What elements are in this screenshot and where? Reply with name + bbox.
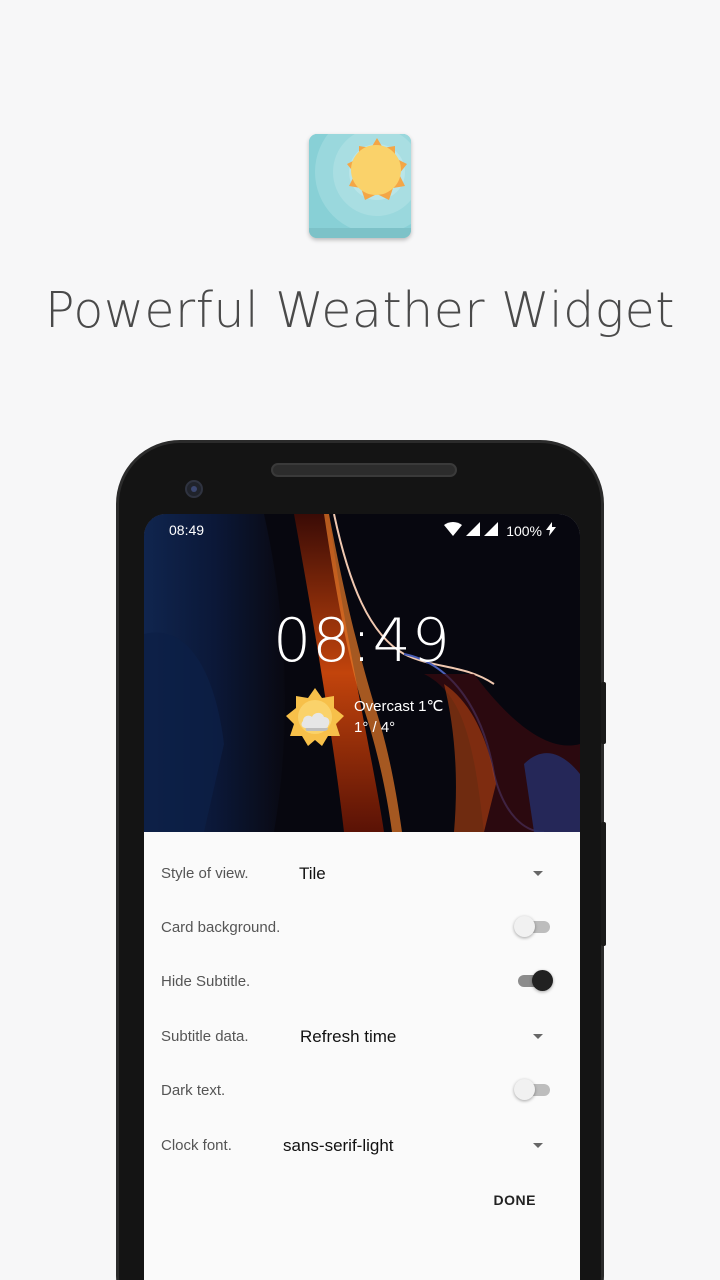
app-icon	[309, 134, 411, 238]
sun-cloud-icon	[284, 686, 346, 748]
weather-condition: Overcast 1℃	[354, 698, 444, 715]
earpiece-speaker	[271, 463, 457, 477]
status-bar: 08:49 100%	[144, 514, 580, 548]
dark-text-toggle[interactable]	[514, 1079, 550, 1100]
weather-summary: Overcast 1℃ 1° / 4°	[354, 696, 443, 738]
signal-icon	[466, 522, 481, 539]
clock-font-dropdown[interactable]: sans-serif-light	[283, 1136, 394, 1156]
done-button[interactable]: DONE	[494, 1192, 536, 1208]
hide-subtitle-row[interactable]: Hide Subtitle.	[144, 954, 580, 1008]
temperature-range: 1° / 4°	[354, 719, 396, 736]
style-of-view-label: Style of view.	[161, 865, 249, 882]
chevron-down-icon[interactable]	[533, 871, 543, 876]
status-time: 08:49	[169, 522, 205, 538]
front-camera	[185, 480, 203, 498]
dark-text-label: Dark text.	[161, 1082, 226, 1099]
style-of-view-dropdown[interactable]: Tile	[299, 864, 326, 884]
signal-icon	[484, 522, 499, 539]
dark-text-row[interactable]: Dark text.	[144, 1063, 580, 1117]
clock-font-label: Clock font.	[161, 1137, 232, 1154]
card-background-toggle[interactable]	[514, 916, 550, 937]
hide-subtitle-label: Hide Subtitle.	[161, 973, 251, 990]
power-button	[601, 822, 606, 946]
status-icons: 100%	[444, 522, 556, 539]
clock-font-row[interactable]: Clock font. sans-serif-light	[144, 1118, 580, 1172]
wifi-icon	[444, 522, 463, 539]
chevron-down-icon[interactable]	[533, 1034, 543, 1039]
subtitle-data-label: Subtitle data.	[161, 1028, 249, 1045]
chevron-down-icon[interactable]	[533, 1143, 543, 1148]
card-background-label: Card background.	[161, 919, 281, 936]
style-of-view-row[interactable]: Style of view. Tile	[144, 846, 580, 900]
phone-screen: 08:49 100% 08:49 Overcast 1℃ 1° / 4° Sty…	[144, 514, 580, 1280]
subtitle-data-row[interactable]: Subtitle data. Refresh time	[144, 1009, 580, 1063]
charging-icon	[546, 522, 556, 539]
volume-button	[601, 682, 606, 744]
card-background-row[interactable]: Card background.	[144, 900, 580, 954]
hide-subtitle-toggle[interactable]	[518, 970, 553, 991]
page-headline: Powerful Weather Widget	[45, 282, 675, 339]
subtitle-data-dropdown[interactable]: Refresh time	[300, 1027, 396, 1047]
widget-clock[interactable]: 08:49	[144, 606, 580, 676]
battery-text: 100%	[506, 522, 542, 539]
